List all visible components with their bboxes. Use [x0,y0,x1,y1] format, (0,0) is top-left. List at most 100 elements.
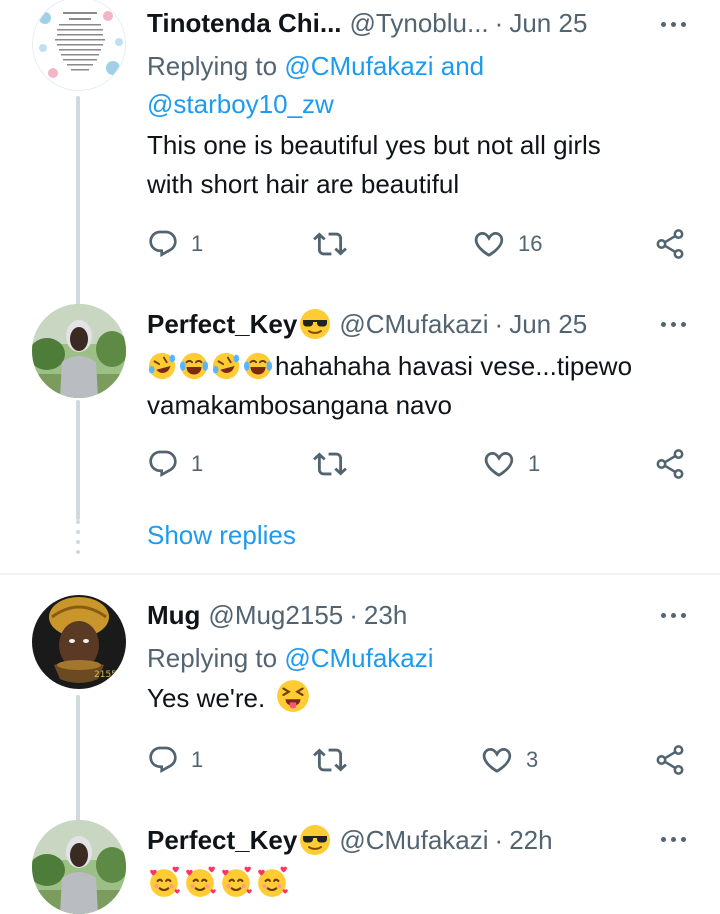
mention-link[interactable]: @starboy10_zw [147,89,334,119]
reply-button[interactable]: 1 [147,742,203,778]
tweet-text-line: This one is beautiful yes but not all gi… [147,130,601,160]
replying-to-label: Replying to [147,51,278,81]
reply-icon [147,744,179,776]
tweet-header: Perfect_Key @CMufakazi · Jun 25 [147,304,720,344]
avatar[interactable] [32,820,126,914]
share-icon [653,743,687,777]
display-name[interactable]: Perfect_Key [147,825,297,856]
username[interactable]: @CMufakazi [339,309,488,340]
like-count: 16 [518,231,543,256]
reply-count: 1 [191,231,204,256]
share-button[interactable] [653,226,687,262]
squinting-tongue-emoji-icon [276,679,310,713]
tweet-2[interactable]: Perfect_Key @CMufakazi · Jun 25 hahahaha… [0,290,720,520]
tweet-actions: 1 16 [147,226,692,262]
like-button[interactable]: 16 [472,226,542,262]
reply-count: 1 [191,451,204,476]
thread-line [76,400,80,520]
smiling-hearts-emoji-icon [255,865,289,899]
tweet-text-content: Yes we're. [147,683,266,713]
svg-text:2155: 2155 [94,670,117,680]
reply-icon [147,228,179,260]
timestamp[interactable]: 22h [509,825,552,856]
tweet-text-line: vamakambosangana navo [147,390,452,420]
retweet-icon [313,447,347,481]
tweet-text-line: hahahaha havasi vese...tipewo [147,347,687,386]
replying-to-line2: @starboy10_zw [147,85,334,123]
rofl-emoji-icon [211,351,241,381]
like-button[interactable]: 3 [480,742,538,778]
sunglasses-emoji-icon [299,824,331,856]
like-button[interactable]: 1 [482,446,540,482]
tweet-text [147,865,687,904]
like-count: 1 [528,451,541,476]
share-icon [653,227,687,261]
thread-line [76,96,80,306]
retweet-icon [313,227,347,261]
separator: · [494,7,504,38]
reply-count: 1 [191,747,204,772]
like-icon [482,447,516,481]
retweet-icon [313,743,347,777]
tweet-header: Mug @Mug2155 · 23h [147,595,720,635]
more-icon[interactable] [661,22,686,27]
username[interactable]: @Mug2155 [208,600,343,631]
display-name[interactable]: Perfect_Key [147,309,297,340]
tweet-header: Tinotenda Chi... @Tynoblu... · Jun 25 [147,3,720,43]
like-count: 3 [526,747,539,772]
display-name[interactable]: Mug [147,600,200,631]
smiling-hearts-emoji-icon [219,865,253,899]
share-icon [653,447,687,481]
thread-line [76,695,80,825]
timestamp[interactable]: Jun 25 [509,309,587,340]
mention-link[interactable]: @CMufakazi [284,643,433,673]
tweet-text: Yes we're. [147,679,687,718]
rofl-emoji-icon [147,351,177,381]
replying-to-label: Replying to [147,643,278,673]
display-name[interactable]: Tinotenda Chi... [147,8,342,39]
tweet-text-line: with short hair are beautiful [147,169,460,199]
share-button[interactable] [653,446,687,482]
tweet-text: hahahaha havasi vese...tipewo vamakambos… [147,347,687,425]
mention-link[interactable]: @CMufakazi and [284,51,484,81]
replying-to: Replying to @CMufakazi and [147,47,484,85]
more-icon[interactable] [661,613,686,618]
tweet-text: This one is beautiful yes but not all gi… [147,126,687,204]
avatar[interactable]: 2155 [32,595,126,689]
thread-dots [76,520,80,560]
reply-button[interactable]: 1 [147,446,203,482]
more-icon[interactable] [661,322,686,327]
like-icon [480,743,514,777]
share-button[interactable] [653,742,687,778]
tweet-4[interactable]: Perfect_Key @CMufakazi · 22h [0,815,720,914]
separator: · [494,824,504,855]
reply-icon [147,448,179,480]
tweet-text-content: hahahaha havasi vese...tipewo [275,351,633,381]
username[interactable]: @Tynoblu... [350,8,489,39]
smiling-hearts-emoji-icon [183,865,217,899]
reply-button[interactable]: 1 [147,226,203,262]
replying-to: Replying to @CMufakazi [147,639,434,677]
like-icon [472,227,506,261]
retweet-button[interactable] [313,226,347,262]
joy-emoji-icon [243,351,273,381]
tweet-actions: 1 1 [147,446,692,482]
thread-line [76,290,80,304]
show-replies-link[interactable]: Show replies [147,520,296,551]
joy-emoji-icon [179,351,209,381]
timestamp[interactable]: 23h [364,600,407,631]
avatar[interactable] [32,0,126,91]
timestamp[interactable]: Jun 25 [509,8,587,39]
tweet-actions: 1 3 [147,742,692,778]
separator: · [494,308,504,339]
tweet-text-line: Yes we're. [147,679,687,718]
tweet-header: Perfect_Key @CMufakazi · 22h [147,820,720,860]
retweet-button[interactable] [313,446,347,482]
username[interactable]: @CMufakazi [339,825,488,856]
tweet-1[interactable]: Tinotenda Chi... @Tynoblu... · Jun 25 Re… [0,0,720,306]
retweet-button[interactable] [313,742,347,778]
smiling-hearts-emoji-icon [147,865,181,899]
tweet-3[interactable]: 2155 Mug @Mug2155 · 23h Replying to @CMu… [0,575,720,825]
avatar[interactable] [32,304,126,398]
more-icon[interactable] [661,837,686,842]
